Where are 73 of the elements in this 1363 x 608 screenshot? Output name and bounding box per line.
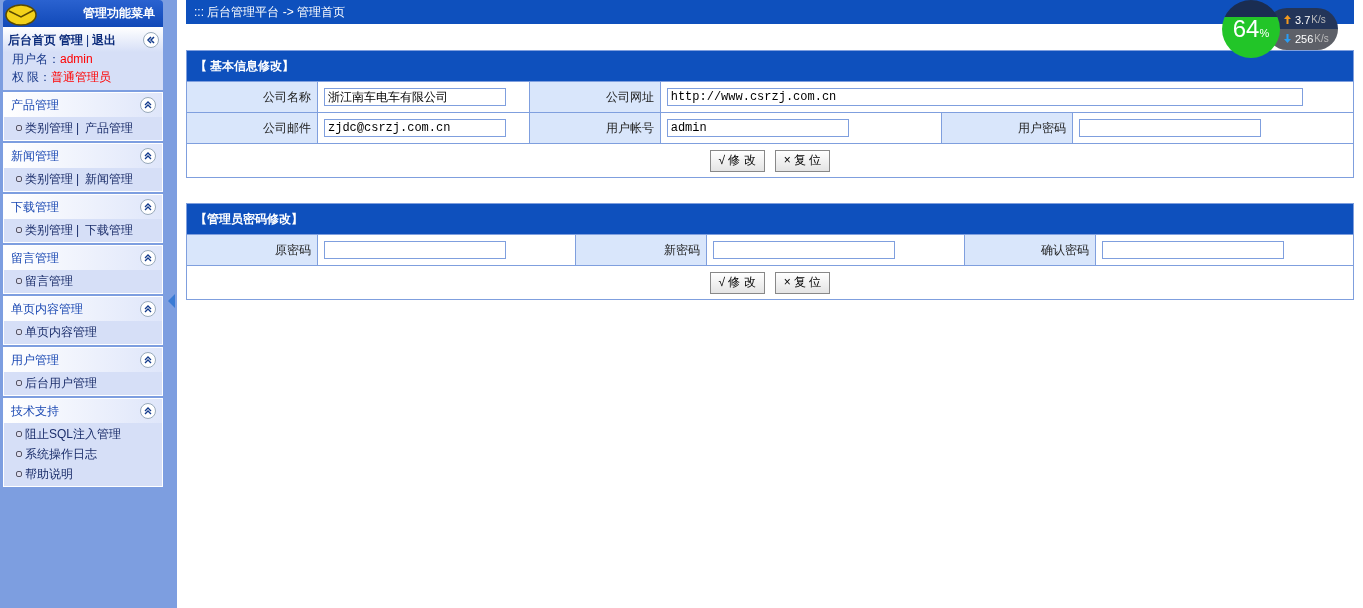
input-field[interactable] <box>713 241 896 259</box>
breadcrumb: ::: 后台管理平台 -> 管理首页 <box>194 3 345 21</box>
field-label: 用户密码 <box>941 112 1073 144</box>
field-label: 确认密码 <box>964 234 1096 266</box>
input-field[interactable] <box>1102 241 1285 259</box>
form-button[interactable]: √ 修 改 <box>709 149 765 172</box>
user-info-value: 普通管理员 <box>51 70 112 84</box>
separator: | <box>76 223 80 237</box>
separator: | <box>76 121 80 135</box>
collapse-icon[interactable] <box>140 97 156 113</box>
menu-link[interactable]: 帮助说明 <box>25 465 73 483</box>
bullet-icon <box>16 451 22 457</box>
nav-link[interactable]: 后台首页 <box>8 31 56 49</box>
field-label: 原密码 <box>187 234 318 266</box>
field-label: 公司网址 <box>529 81 661 113</box>
user-info-label: 用户名： <box>12 52 60 66</box>
form-button[interactable]: √ 修 改 <box>709 271 765 294</box>
menu-link[interactable]: 新闻管理 <box>85 170 134 188</box>
separator: | <box>76 172 80 186</box>
input-field[interactable]: admin <box>666 119 849 137</box>
menu-link[interactable]: 产品管理 <box>85 119 134 137</box>
field-label: 公司名称 <box>187 81 318 113</box>
field-label: 公司邮件 <box>187 112 318 144</box>
input-field[interactable]: zjdc@csrzj.com.cn <box>324 119 506 137</box>
usage-percent: 64 <box>1232 15 1260 43</box>
input-field[interactable]: http://www.csrzj.com.cn <box>666 88 1303 106</box>
bullet-icon <box>16 227 22 233</box>
bullet-icon <box>16 471 22 477</box>
form-button[interactable]: × 复 位 <box>774 271 831 294</box>
menu-link[interactable]: 系统操作日志 <box>25 445 97 463</box>
field-label: 用户帐号 <box>529 112 661 144</box>
speed-unit: K/s <box>1314 33 1329 44</box>
percent-unit: % <box>1259 27 1270 39</box>
collapse-icon[interactable] <box>143 32 159 48</box>
menu-link[interactable]: 类别管理 <box>25 170 73 188</box>
bullet-icon <box>16 431 22 437</box>
user-info-label: 权 限： <box>12 70 52 84</box>
download-speed: 256 <box>1295 32 1314 45</box>
collapse-icon[interactable] <box>140 148 156 164</box>
field-label: 新密码 <box>575 234 707 266</box>
collapse-icon[interactable] <box>140 403 156 419</box>
speed-unit: K/s <box>1311 14 1326 25</box>
bullet-icon <box>16 125 22 131</box>
nav-link[interactable]: 管理 <box>59 31 83 49</box>
envelope-logo-icon <box>5 1 39 26</box>
sidebar-title: 管理功能菜单 <box>83 5 155 22</box>
upload-arrow-icon <box>1284 15 1291 24</box>
collapse-icon[interactable] <box>140 199 156 215</box>
menu-link[interactable]: 单页内容管理 <box>25 323 97 341</box>
collapse-icon[interactable] <box>140 352 156 368</box>
input-field[interactable] <box>1078 119 1261 137</box>
menu-link[interactable]: 后台用户管理 <box>25 374 97 392</box>
download-arrow-icon <box>1284 34 1291 43</box>
collapse-icon[interactable] <box>140 301 156 317</box>
upload-speed: 3.7 <box>1295 13 1311 26</box>
form-button[interactable]: × 复 位 <box>774 149 831 172</box>
menu-link[interactable]: 留言管理 <box>25 272 73 290</box>
panel-title: 【 基本信息修改】 <box>195 57 295 75</box>
menu-link[interactable]: 阻止SQL注入管理 <box>25 425 121 443</box>
separator: | <box>86 33 90 47</box>
bullet-icon <box>16 176 22 182</box>
input-field[interactable]: 浙江南车电车有限公司 <box>324 88 506 106</box>
bullet-icon <box>16 278 22 284</box>
panel-title: 【管理员密码修改】 <box>195 210 303 228</box>
bullet-icon <box>16 329 22 335</box>
menu-link[interactable]: 下载管理 <box>85 221 134 239</box>
collapse-icon[interactable] <box>140 250 156 266</box>
bullet-icon <box>16 380 22 386</box>
menu-link[interactable]: 类别管理 <box>25 119 73 137</box>
nav-link[interactable]: 退出 <box>92 31 117 49</box>
user-info-value: admin <box>60 52 93 66</box>
input-field[interactable] <box>324 241 506 259</box>
menu-link[interactable]: 类别管理 <box>25 221 73 239</box>
